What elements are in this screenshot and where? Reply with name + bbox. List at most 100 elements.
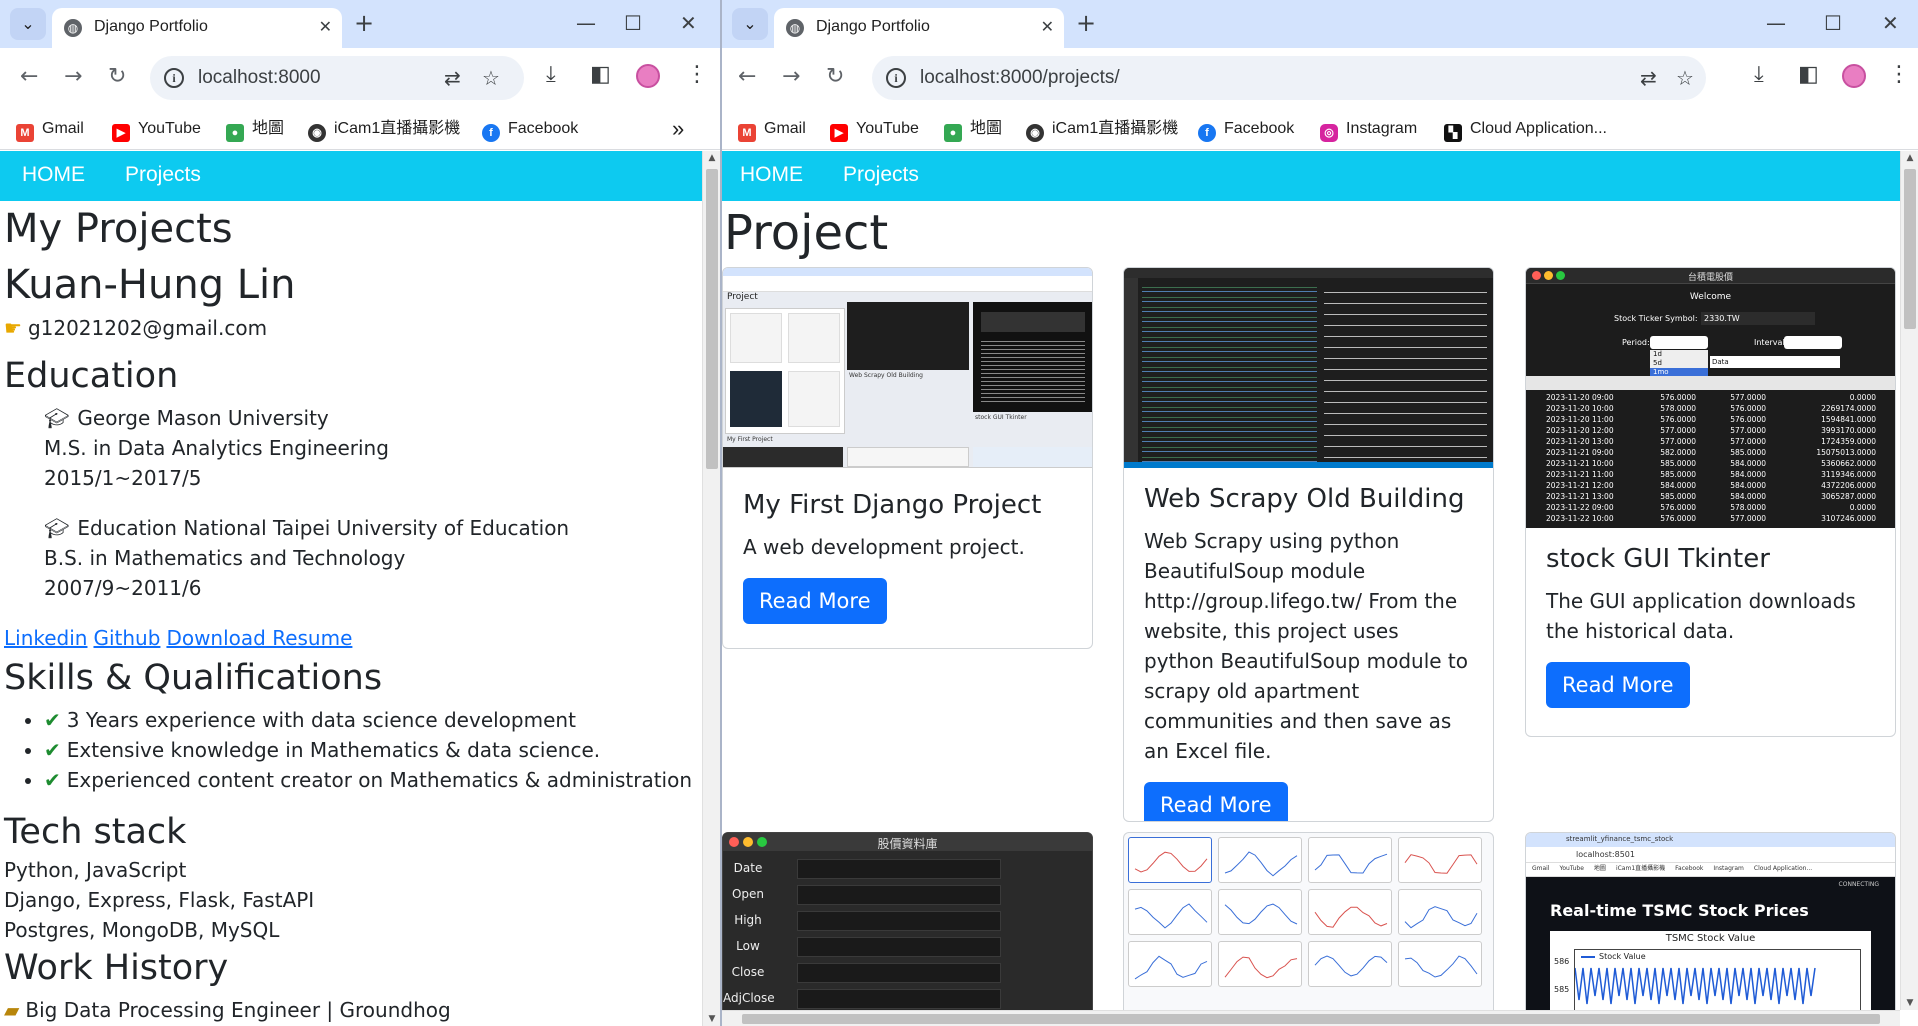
field-input[interactable] [797, 885, 1001, 905]
plot-thumbnail-graph [1134, 955, 1208, 980]
bookmark-icam[interactable]: ◉ iCam1直播攝影機 [308, 116, 460, 142]
ticker-input[interactable]: 2330.TW [1701, 312, 1815, 325]
gmail-icon: M [16, 124, 34, 142]
globe-icon: ◍ [64, 19, 82, 37]
table-row: 2023-11-21 11:00 585.0000 584.0000 3119346.… [1526, 469, 1895, 480]
bookmark-star-icon[interactable]: ☆ [482, 66, 500, 90]
browser-toolbar: ← → ↻ i localhost:8000/projects/ ⇄ ☆ ⤓ ◧… [722, 48, 1918, 108]
forward-button[interactable]: → [64, 64, 82, 90]
site-info-icon[interactable]: i [886, 68, 906, 88]
table-cell: 584.0000 [1730, 481, 1766, 490]
table-cell: 2023-11-20 09:00 [1546, 393, 1614, 402]
minimize-button[interactable]: — [1766, 10, 1786, 36]
table-row: 2023-11-20 13:00 577.0000 577.0000 1724359.… [1526, 436, 1895, 447]
new-tab-button[interactable]: + [1076, 10, 1096, 36]
maximize-button[interactable]: ☐ [624, 10, 642, 36]
bookmark-maps[interactable]: ● 地圖 [944, 116, 1002, 142]
scrollbar-thumb[interactable] [1904, 169, 1916, 329]
field-label: Close [731, 965, 765, 979]
vertical-scrollbar[interactable]: ▲ ▼ [702, 151, 720, 1026]
back-button[interactable]: ← [738, 64, 756, 90]
profile-avatar[interactable] [636, 64, 660, 88]
browser-tab[interactable]: ◍ Django Portfolio ✕ [52, 8, 342, 48]
bookmark-gmail[interactable]: M Gmail [738, 116, 806, 142]
interval-select[interactable] [1784, 336, 1842, 349]
close-tab-icon[interactable]: ✕ [319, 17, 332, 36]
bookmark-facebook[interactable]: f Facebook [482, 116, 578, 142]
table-cell: 2023-11-20 10:00 [1546, 404, 1614, 413]
scroll-up-arrow[interactable]: ▲ [703, 153, 720, 163]
bookmark-cloud-application[interactable]: ▚ Cloud Application... [1444, 116, 1607, 142]
nav-projects-link[interactable]: Projects [125, 163, 201, 187]
reload-button[interactable]: ↻ [826, 64, 844, 90]
field-input[interactable] [797, 937, 1001, 957]
nav-home-link[interactable]: HOME [740, 163, 803, 187]
tech-line: Django, Express, Flask, FastAPI [4, 888, 315, 912]
bookmark-instagram[interactable]: ◎ Instagram [1320, 116, 1417, 142]
plot-thumbnail-graph [1224, 851, 1298, 877]
close-tab-icon[interactable]: ✕ [1041, 17, 1054, 36]
close-window-button[interactable]: ✕ [680, 10, 697, 36]
chart-legend: Stock Value [1581, 952, 1646, 961]
bookmark-star-icon[interactable]: ☆ [1676, 66, 1694, 90]
period-select[interactable] [1650, 336, 1708, 349]
download-icon[interactable]: ⤓ [1754, 62, 1764, 88]
period-dropdown[interactable]: 1d 5d 1mo [1650, 350, 1708, 378]
back-button[interactable]: ← [20, 64, 38, 90]
table-cell: 1724359.0000 [1821, 437, 1876, 446]
side-panel-icon[interactable]: ◧ [1798, 62, 1819, 88]
side-panel-icon[interactable]: ◧ [590, 62, 611, 88]
menu-kebab-icon[interactable]: ⋮ [1888, 62, 1910, 88]
new-tab-button[interactable]: + [354, 10, 374, 36]
linkedin-link[interactable]: Linkedin [4, 626, 87, 650]
table-cell: 576.0000 [1660, 514, 1696, 523]
bookmark-youtube[interactable]: ▶ YouTube [112, 116, 201, 142]
address-bar[interactable]: i localhost:8000/projects/ ⇄ ☆ [872, 56, 1706, 100]
maximize-button[interactable]: ☐ [1824, 10, 1842, 36]
read-more-button[interactable]: Read More [1144, 782, 1288, 821]
field-input[interactable] [797, 911, 1001, 931]
vertical-scrollbar[interactable]: ▲ ▼ [1900, 151, 1918, 1010]
browser-tab[interactable]: ◍ Django Portfolio ✕ [774, 8, 1064, 48]
bookmark-gmail[interactable]: M Gmail [16, 116, 84, 142]
scrollbar-thumb[interactable] [706, 169, 718, 469]
tech-heading: Tech stack [4, 812, 187, 852]
nav-projects-link[interactable]: Projects [843, 163, 919, 187]
nav-home-link[interactable]: HOME [22, 163, 85, 187]
translate-icon[interactable]: ⇄ [444, 66, 461, 90]
horizontal-scrollbar[interactable] [722, 1010, 1900, 1026]
download-icon[interactable]: ⤓ [546, 62, 556, 88]
field-input[interactable] [797, 859, 1001, 879]
scroll-down-arrow[interactable]: ▼ [1901, 998, 1918, 1008]
translate-icon[interactable]: ⇄ [1640, 66, 1657, 90]
forward-button[interactable]: → [782, 64, 800, 90]
github-link[interactable]: Github [93, 626, 160, 650]
form-row: Open [723, 883, 1092, 909]
bookmark-maps[interactable]: ● 地圖 [226, 116, 284, 142]
address-bar[interactable]: i localhost:8000 ⇄ ☆ [150, 56, 524, 100]
briefcase-icon: ▰ [4, 998, 20, 1022]
site-info-icon[interactable]: i [164, 68, 184, 88]
field-input[interactable] [797, 963, 1001, 983]
bookmark-youtube[interactable]: ▶ YouTube [830, 116, 919, 142]
download-resume-link[interactable]: Download Resume [166, 626, 352, 650]
plot-thumbnail [1128, 889, 1212, 935]
reload-button[interactable]: ↻ [108, 64, 126, 90]
bookmark-icam[interactable]: ◉ iCam1直播攝影機 [1026, 116, 1178, 142]
tab-search-button[interactable]: ⌄ [732, 8, 768, 40]
close-window-button[interactable]: ✕ [1882, 10, 1899, 36]
profile-avatar[interactable] [1842, 64, 1866, 88]
field-input[interactable] [797, 989, 1001, 1009]
tab-search-button[interactable]: ⌄ [10, 8, 46, 40]
read-more-button[interactable]: Read More [1546, 662, 1690, 708]
minimize-button[interactable]: — [576, 10, 596, 36]
menu-kebab-icon[interactable]: ⋮ [686, 62, 708, 88]
bookmark-facebook[interactable]: f Facebook [1198, 116, 1294, 142]
more-bookmarks-button[interactable]: » [672, 116, 684, 142]
project-card: streamlit_yfinance_tsmc_stock localhost:… [1525, 832, 1896, 1026]
scroll-up-arrow[interactable]: ▲ [1901, 153, 1918, 163]
table-cell: 577.0000 [1660, 437, 1696, 446]
read-more-button[interactable]: Read More [743, 578, 887, 624]
scrollbar-thumb[interactable] [742, 1014, 1880, 1024]
scroll-down-arrow[interactable]: ▼ [703, 1014, 720, 1024]
